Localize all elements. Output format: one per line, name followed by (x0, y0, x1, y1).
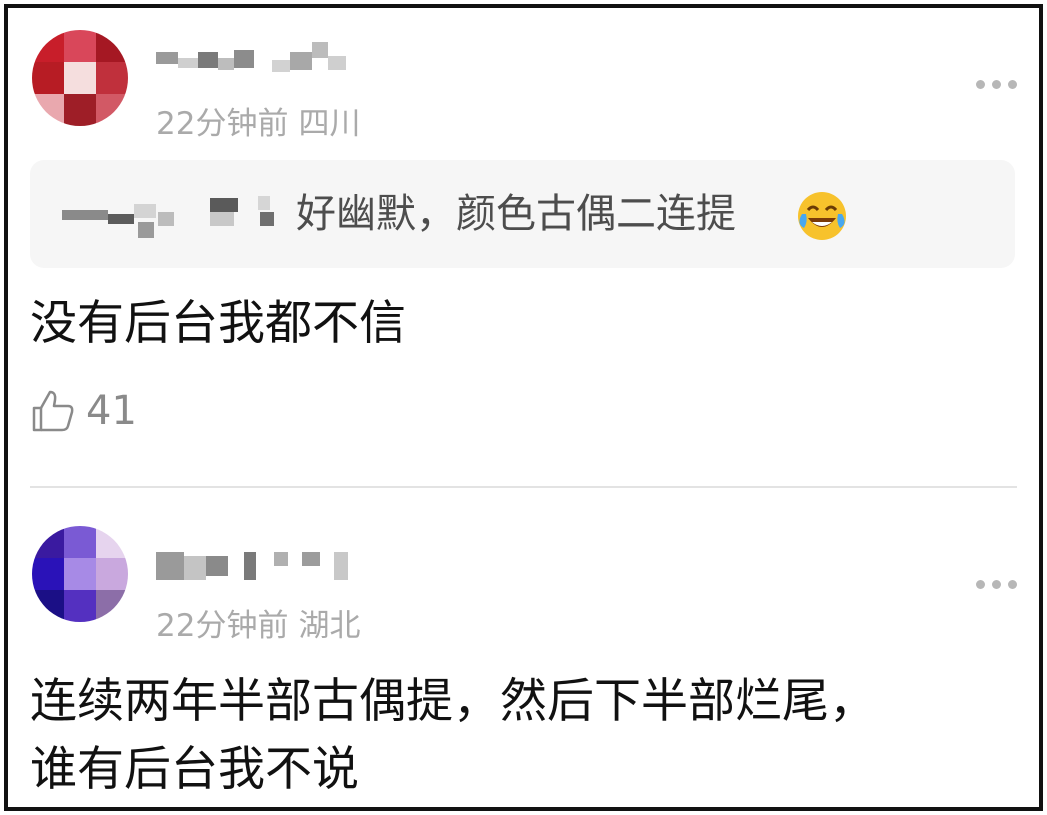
more-dots-icon[interactable] (976, 580, 1017, 589)
comment-item: 22分钟前 四川 好幽默，颜色古偶二连提 没有后台我都不信 41 (8, 8, 1039, 488)
laughing-tears-emoji-icon (796, 190, 848, 246)
more-dots-icon[interactable] (976, 80, 1017, 89)
quoted-reply[interactable]: 好幽默，颜色古偶二连提 (30, 160, 1015, 268)
comment-time: 22分钟前 (156, 106, 289, 142)
comment-body: 没有后台我都不信 (30, 296, 406, 351)
comment-meta: 22分钟前 四川 (156, 98, 360, 143)
comment-meta: 22分钟前 湖北 (156, 600, 360, 645)
divider (30, 486, 1017, 488)
avatar[interactable] (32, 526, 128, 622)
comment-item: 22分钟前 湖北 连续两年半部古偶提，然后下半部烂尾， 谁有后台我不说 (8, 490, 1039, 807)
like-button[interactable]: 41 (30, 388, 137, 434)
like-count: 41 (86, 388, 137, 434)
thumbs-up-icon (32, 390, 74, 432)
comment-body: 连续两年半部古偶提，然后下半部烂尾， 谁有后台我不说 (30, 668, 1015, 804)
comment-time: 22分钟前 (156, 608, 289, 644)
comment-location: 四川 (298, 106, 361, 142)
quoted-username-blurred (62, 192, 292, 242)
username-blurred[interactable] (156, 38, 356, 74)
comments-panel: 22分钟前 四川 好幽默，颜色古偶二连提 没有后台我都不信 41 22分钟前 湖… (4, 4, 1043, 811)
username-blurred[interactable] (156, 548, 356, 584)
comment-body-line: 谁有后台我不说 (30, 742, 359, 797)
avatar[interactable] (32, 30, 128, 126)
quoted-text: 好幽默，颜色古偶二连提 (296, 191, 736, 237)
comment-location: 湖北 (298, 608, 361, 644)
comment-body-line: 连续两年半部古偶提，然后下半部烂尾， (30, 674, 876, 729)
